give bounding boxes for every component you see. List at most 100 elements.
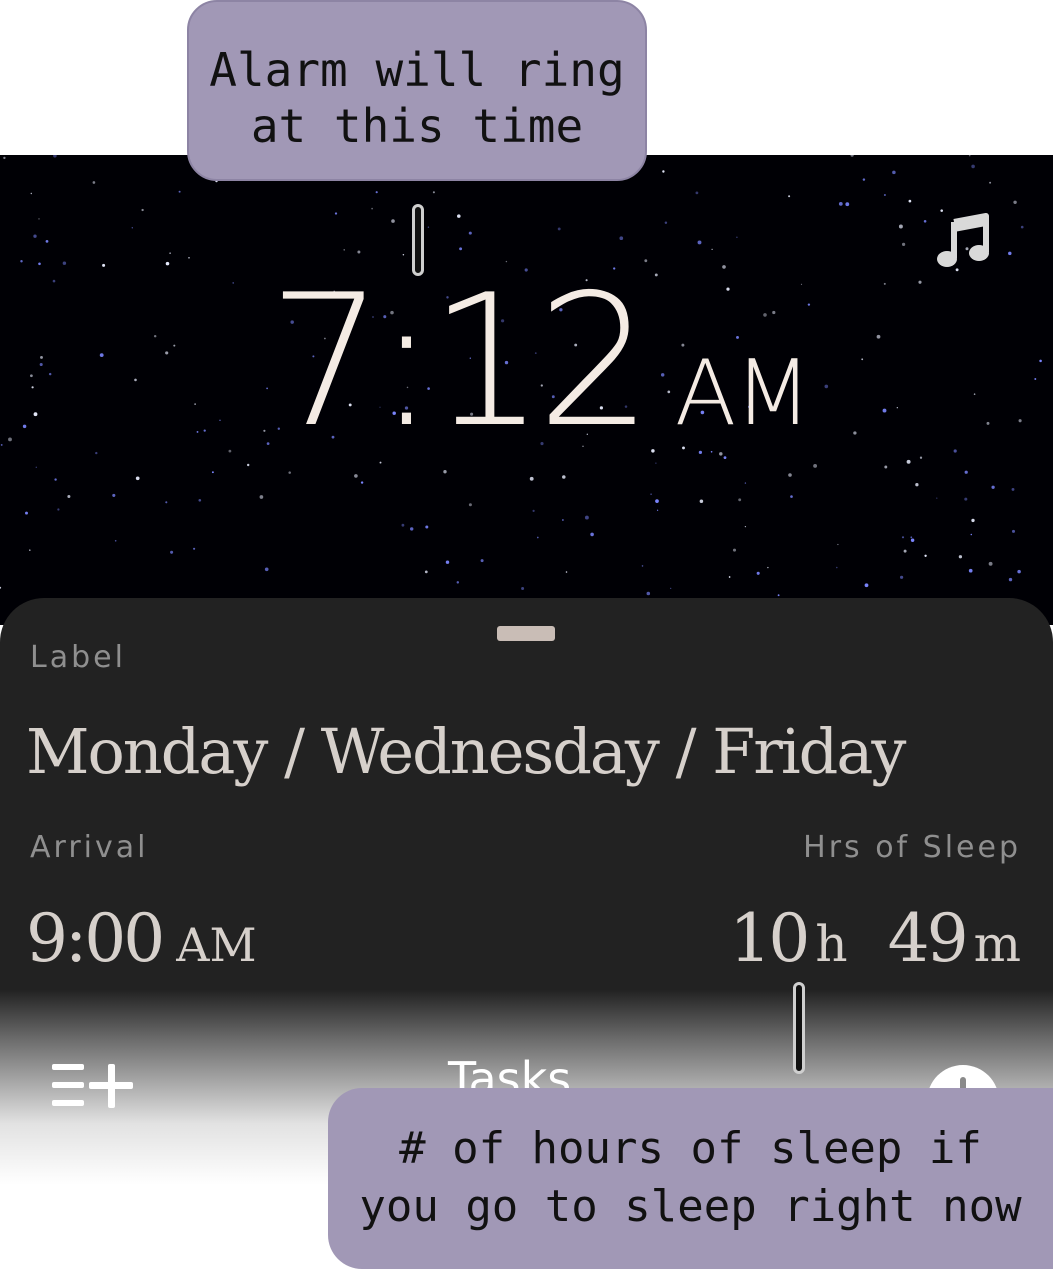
star (732, 548, 737, 552)
star (153, 334, 157, 338)
star (409, 527, 414, 531)
star (264, 567, 269, 572)
star (906, 459, 911, 464)
star (836, 566, 838, 569)
star (910, 538, 915, 543)
star (165, 351, 169, 355)
star (695, 191, 699, 195)
callout-pointer-top (412, 204, 424, 276)
star (882, 408, 887, 413)
star (711, 248, 713, 251)
star (35, 466, 37, 468)
star (824, 384, 829, 389)
star (853, 431, 857, 435)
star (664, 221, 668, 225)
star (468, 231, 472, 235)
add-list-icon[interactable] (52, 1060, 138, 1112)
sleep-callout-line2: you go to sleep right now (359, 1181, 1022, 1232)
star (744, 525, 747, 528)
star (923, 220, 927, 223)
star (33, 412, 38, 417)
star (8, 437, 12, 442)
star (188, 257, 190, 259)
sheet-drag-handle[interactable] (497, 626, 555, 641)
star (52, 279, 56, 283)
star (953, 449, 957, 453)
star (357, 250, 361, 254)
star (971, 164, 975, 169)
alarm-callout-line2: at this time (250, 99, 584, 153)
star (973, 393, 976, 395)
label-field[interactable]: Monday / Wednesday / Friday (26, 715, 906, 788)
callout-pointer-bottom (793, 982, 805, 1074)
star (845, 202, 850, 207)
alarm-time-digits: 7:12 (268, 255, 653, 467)
star (901, 242, 906, 247)
star (457, 214, 461, 218)
star (169, 252, 171, 254)
star (114, 540, 117, 542)
star (1039, 359, 1042, 363)
star (371, 207, 373, 210)
alarm-time[interactable]: 7:12 AM (268, 255, 812, 470)
star (48, 372, 52, 376)
star (697, 240, 702, 245)
star (892, 170, 896, 175)
sleep-minutes: 49 (887, 900, 969, 977)
star (1020, 225, 1024, 229)
star (767, 566, 769, 569)
star (557, 227, 561, 231)
star (67, 494, 71, 499)
star (22, 424, 27, 429)
star (736, 236, 738, 239)
star (532, 509, 535, 513)
alarm-callout-line1: Alarm will ring (209, 43, 625, 97)
music-note-icon[interactable] (934, 210, 994, 270)
star (699, 499, 704, 504)
sleep-callout: # of hours of sleep if you go to sleep r… (328, 1088, 1053, 1269)
star (219, 419, 221, 421)
arrival-time-field[interactable]: 9:00 AM (26, 900, 257, 977)
star (259, 495, 264, 499)
star (62, 261, 67, 265)
star (964, 497, 968, 501)
star (1011, 529, 1016, 533)
star (991, 485, 995, 489)
star (173, 344, 176, 347)
star (92, 181, 96, 184)
arrival-caption: Arrival (30, 830, 149, 865)
star (480, 559, 484, 563)
star (102, 263, 106, 267)
star (45, 240, 49, 243)
star (459, 247, 463, 251)
star (728, 576, 731, 578)
star (334, 212, 338, 215)
star (165, 501, 168, 504)
star (427, 226, 430, 228)
star (38, 218, 40, 220)
star (915, 483, 919, 487)
sleep-callout-line1: # of hours of sleep if (399, 1123, 982, 1174)
star (134, 378, 137, 382)
star (194, 403, 196, 405)
star (228, 449, 232, 453)
star (619, 236, 624, 241)
star (641, 565, 644, 567)
star (989, 181, 992, 184)
star (25, 511, 28, 515)
star (988, 561, 993, 566)
sleep-duration: 10 h 49 m (729, 900, 1021, 977)
star (903, 549, 907, 553)
star (562, 519, 564, 521)
star (0, 586, 2, 589)
star (908, 199, 912, 203)
star (247, 463, 250, 467)
star (33, 234, 37, 238)
star (95, 451, 98, 455)
star (178, 190, 181, 193)
star (738, 498, 742, 502)
star (0, 443, 3, 446)
star (861, 358, 864, 361)
star (788, 473, 792, 477)
star (424, 570, 428, 574)
